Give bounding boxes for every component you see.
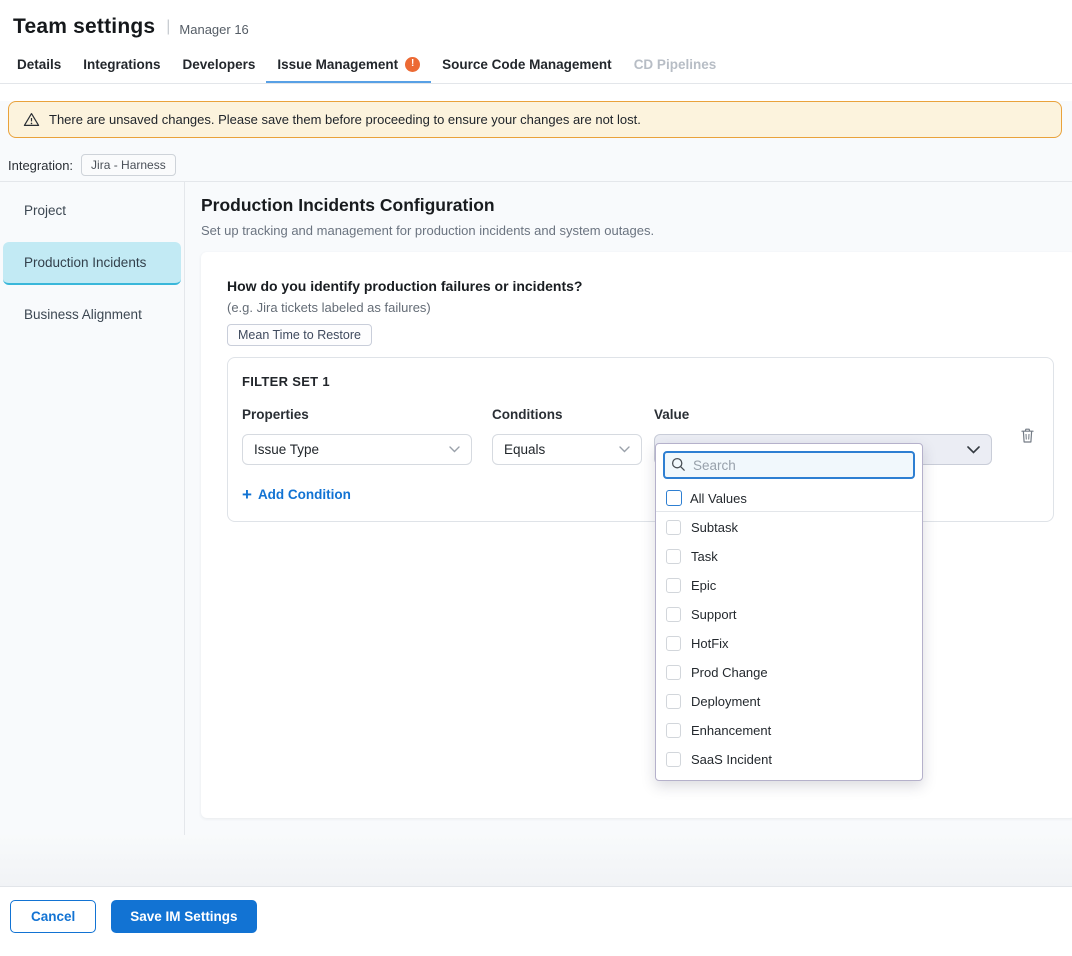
integration-chip[interactable]: Jira - Harness — [81, 154, 176, 176]
section-subtitle: Set up tracking and management for produ… — [201, 223, 1072, 238]
conditions-select[interactable]: Equals — [492, 434, 642, 465]
banner-text: There are unsaved changes. Please save t… — [49, 112, 641, 127]
footer-spacer — [0, 835, 1072, 886]
team-name: Manager 16 — [179, 18, 248, 37]
dropdown-option[interactable]: Prod Change — [656, 658, 922, 687]
option-label: HotFix — [691, 636, 729, 651]
tab-label: Details — [17, 57, 61, 72]
add-condition-button[interactable]: + Add Condition — [242, 486, 351, 503]
dropdown-option[interactable]: Subtask — [656, 513, 922, 542]
option-label: Subtask — [691, 520, 738, 535]
question-hint: (e.g. Jira tickets labeled as failures) — [227, 300, 1054, 315]
dropdown-option[interactable]: All Values — [656, 485, 922, 512]
checkbox-icon[interactable] — [666, 578, 681, 593]
delete-filter-button[interactable] — [1016, 423, 1039, 451]
option-label: Enhancement — [691, 723, 771, 738]
trash-icon — [1020, 427, 1035, 444]
save-im-settings-button[interactable]: Save IM Settings — [111, 900, 256, 933]
title-separator: | — [166, 18, 170, 36]
page-title: Team settings — [13, 15, 155, 39]
sidebar-item[interactable]: Project — [3, 190, 181, 233]
option-label: Deployment — [691, 694, 760, 709]
checkbox-icon[interactable] — [666, 607, 681, 622]
tab[interactable]: Integrations — [72, 47, 171, 83]
checkbox-icon[interactable] — [666, 549, 681, 564]
checkbox-icon[interactable] — [666, 520, 681, 535]
value-column-label: Value — [654, 407, 992, 422]
chevron-down-icon — [967, 446, 980, 454]
warning-icon — [23, 112, 40, 127]
option-label: Support — [691, 607, 737, 622]
content-area: There are unsaved changes. Please save t… — [0, 101, 1072, 835]
conditions-select-value: Equals — [504, 442, 545, 457]
conditions-column-label: Conditions — [492, 407, 642, 422]
dropdown-option[interactable]: Deployment — [656, 687, 922, 716]
tab-label: Integrations — [83, 57, 160, 72]
tab[interactable]: Source Code Management — [431, 47, 623, 83]
action-footer: Cancel Save IM Settings — [0, 886, 1072, 945]
chevron-down-icon — [619, 446, 630, 453]
tab-bar: Details Integrations Developers Issue Ma… — [0, 47, 1072, 84]
tab[interactable]: Issue Management ! — [266, 47, 431, 83]
tab[interactable]: Details — [6, 47, 72, 83]
properties-select-value: Issue Type — [254, 442, 319, 457]
checkbox-icon[interactable] — [666, 723, 681, 738]
tab-label: Source Code Management — [442, 57, 612, 72]
properties-select[interactable]: Issue Type — [242, 434, 472, 465]
sidebar-item[interactable]: Production Incidents — [3, 242, 181, 285]
plus-icon: + — [242, 486, 252, 503]
option-label: Prod Change — [691, 665, 768, 680]
add-condition-label: Add Condition — [258, 487, 351, 502]
metric-chip[interactable]: Mean Time to Restore — [227, 324, 372, 346]
tab[interactable]: Developers — [172, 47, 267, 83]
properties-column-label: Properties — [242, 407, 472, 422]
dropdown-option[interactable]: HotFix — [656, 629, 922, 658]
unsaved-changes-banner: There are unsaved changes. Please save t… — [8, 101, 1062, 138]
value-dropdown-panel: All Values Subtask Task — [655, 443, 923, 781]
section-title: Production Incidents Configuration — [201, 195, 1072, 216]
checkbox-icon[interactable] — [666, 636, 681, 651]
checkbox-icon[interactable] — [666, 665, 681, 680]
sidebar-item-label: Project — [24, 203, 66, 218]
dropdown-option[interactable]: Customer Notification — [656, 774, 922, 781]
dropdown-search-input[interactable] — [663, 451, 915, 479]
search-icon — [671, 457, 686, 472]
tab-label: Developers — [183, 57, 256, 72]
main-panel: Production Incidents Configuration Set u… — [185, 182, 1072, 835]
tab-label: CD Pipelines — [634, 57, 717, 72]
chevron-down-icon — [449, 446, 460, 453]
sidebar-item-label: Production Incidents — [24, 255, 146, 270]
option-label: Task — [691, 549, 718, 564]
dropdown-option[interactable]: SaaS Incident — [656, 745, 922, 774]
option-label: Epic — [691, 578, 716, 593]
option-label: All Values — [690, 491, 747, 506]
checkbox-icon[interactable] — [666, 490, 682, 506]
dropdown-option[interactable]: Epic — [656, 571, 922, 600]
question-heading: How do you identify production failures … — [227, 278, 1054, 294]
settings-sidebar: Project Production Incidents Business Al… — [0, 182, 185, 835]
dropdown-option[interactable]: Support — [656, 600, 922, 629]
config-card: How do you identify production failures … — [201, 252, 1072, 818]
dropdown-option[interactable]: Enhancement — [656, 716, 922, 745]
sidebar-item-label: Business Alignment — [24, 307, 142, 322]
checkbox-icon[interactable] — [666, 752, 681, 767]
option-label: SaaS Incident — [691, 752, 772, 767]
page-header: Team settings | Manager 16 — [0, 0, 1072, 47]
integration-label: Integration: — [8, 158, 73, 173]
filter-set-title: FILTER SET 1 — [242, 374, 1039, 389]
dropdown-options-list: All Values Subtask Task — [656, 485, 922, 781]
integration-row: Integration: Jira - Harness — [8, 154, 1072, 176]
filter-set-box: FILTER SET 1 Properties Issue Type Condi… — [227, 357, 1054, 522]
dropdown-option[interactable]: Task — [656, 542, 922, 571]
alert-badge-icon: ! — [405, 57, 420, 72]
tab-label: Issue Management — [277, 57, 398, 72]
cancel-button[interactable]: Cancel — [10, 900, 96, 933]
checkbox-icon[interactable] — [666, 694, 681, 709]
sidebar-item[interactable]: Business Alignment — [3, 294, 181, 337]
tab[interactable]: CD Pipelines — [623, 47, 728, 83]
